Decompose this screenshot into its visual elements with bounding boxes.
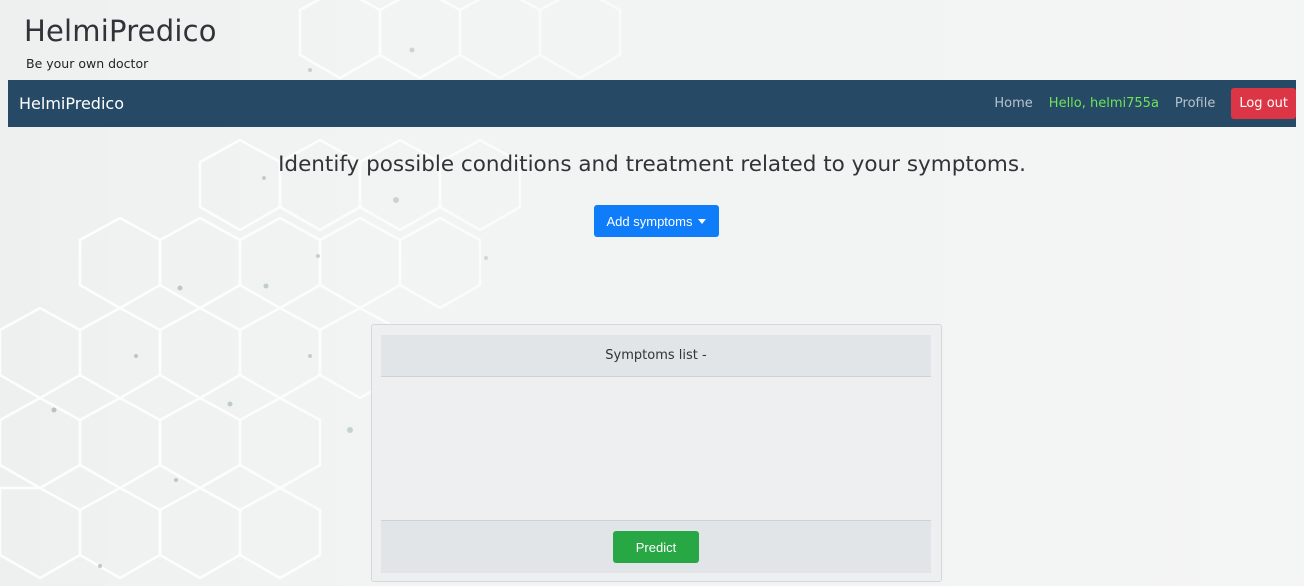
- symptoms-card-header: Symptoms list -: [381, 335, 931, 377]
- caret-down-icon: [698, 218, 707, 224]
- add-symptoms-label: Add symptoms: [606, 213, 693, 229]
- top-navbar: HelmiPredico Home Hello, helmi755a Profi…: [8, 80, 1296, 127]
- page-headline: Identify possible conditions and treatme…: [278, 152, 1026, 177]
- symptoms-card: Symptoms list - Predict: [371, 324, 942, 582]
- logout-button[interactable]: Log out: [1231, 88, 1296, 119]
- add-symptoms-dropdown-button[interactable]: Add symptoms: [594, 205, 719, 237]
- nav-profile-link[interactable]: Profile: [1175, 96, 1215, 111]
- site-tagline: Be your own doctor: [26, 56, 149, 71]
- navbar-links: Home Hello, helmi755a Profile Log out: [994, 80, 1296, 127]
- predict-button[interactable]: Predict: [613, 531, 699, 563]
- user-greeting: Hello, helmi755a: [1048, 96, 1159, 111]
- brand-header: HelmiPredico Be your own doctor: [0, 0, 1304, 80]
- nav-home-link[interactable]: Home: [994, 96, 1032, 111]
- symptoms-card-footer: Predict: [381, 520, 931, 573]
- site-title: HelmiPredico: [24, 14, 217, 48]
- navbar-brand-link[interactable]: HelmiPredico: [19, 80, 124, 127]
- symptoms-list: [381, 377, 931, 520]
